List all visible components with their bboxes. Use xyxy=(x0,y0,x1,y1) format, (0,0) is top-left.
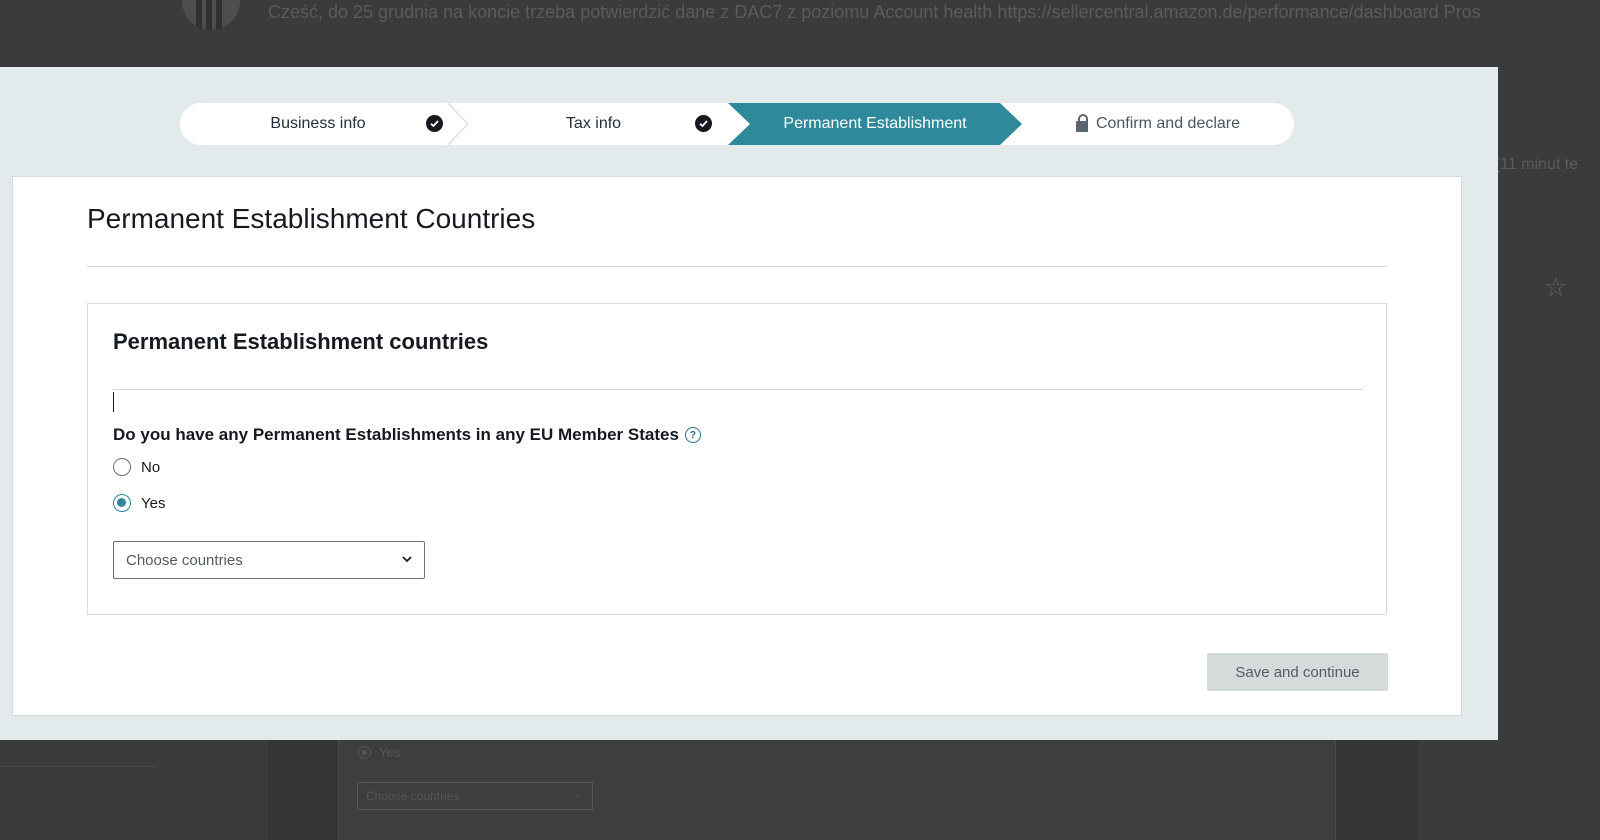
background-radio-yes: Yes xyxy=(358,745,400,760)
question-text: Do you have any Permanent Establishments… xyxy=(113,425,679,444)
radio-option-no[interactable]: No xyxy=(113,458,160,476)
background-select: Choose countries ⌄ xyxy=(357,782,593,810)
title-divider xyxy=(87,266,1387,267)
radio-label: Yes xyxy=(141,494,166,512)
modal-dialog: Business info Tax info Permanent Establi… xyxy=(0,67,1498,740)
background-select-label: Choose countries xyxy=(366,789,460,803)
radio-button[interactable] xyxy=(113,494,131,512)
background-radio-label: Yes xyxy=(379,745,401,760)
progress-stepper: Business info Tax info Permanent Establi… xyxy=(180,103,1294,145)
step-confirm-and-declare[interactable]: Confirm and declare xyxy=(1022,103,1294,145)
page-title: Permanent Establishment Countries xyxy=(87,203,536,234)
radio-button[interactable] xyxy=(113,458,131,476)
step-label: Permanent Establishment xyxy=(783,115,967,132)
background-divider xyxy=(0,766,155,767)
background-message: Cześć, do 25 grudnia na koncie trzeba po… xyxy=(268,2,1481,22)
section-divider xyxy=(113,389,1362,390)
help-icon[interactable]: ? xyxy=(684,427,701,443)
save-and-continue-button[interactable]: Save and continue xyxy=(1207,653,1388,691)
radio-label: No xyxy=(141,458,161,476)
section-title: Permanent Establishment countries xyxy=(113,329,489,354)
radio-option-yes[interactable]: Yes xyxy=(113,494,165,512)
step-label: Confirm and declare xyxy=(1095,115,1241,132)
step-tax-info[interactable]: Tax info xyxy=(456,103,731,145)
step-permanent-establishment[interactable]: Permanent Establishment xyxy=(728,103,1022,145)
lock-icon xyxy=(1075,113,1088,132)
check-circle-icon xyxy=(426,115,443,132)
radio-icon xyxy=(358,746,371,759)
step-label: Tax info xyxy=(565,115,622,132)
chevron-down-icon xyxy=(402,556,412,563)
star-icon: ☆ xyxy=(1544,272,1568,302)
chevron-down-icon: ⌄ xyxy=(572,789,582,801)
form-card: Permanent Establishment Countries Perman… xyxy=(12,176,1462,716)
check-circle-icon xyxy=(695,115,712,132)
section-box: Permanent Establishment countries Do you… xyxy=(87,303,1387,615)
background-side-text: ) (11 minut te xyxy=(1485,156,1579,173)
step-label: Business info xyxy=(270,115,366,132)
text-cursor xyxy=(113,392,114,412)
dropdown-placeholder: Choose countries xyxy=(126,551,243,569)
question-label: Do you have any Permanent Establishments… xyxy=(113,425,701,445)
step-business-info[interactable]: Business info xyxy=(180,103,456,145)
avatar xyxy=(182,0,240,30)
choose-countries-dropdown[interactable]: Choose countries xyxy=(113,541,425,579)
